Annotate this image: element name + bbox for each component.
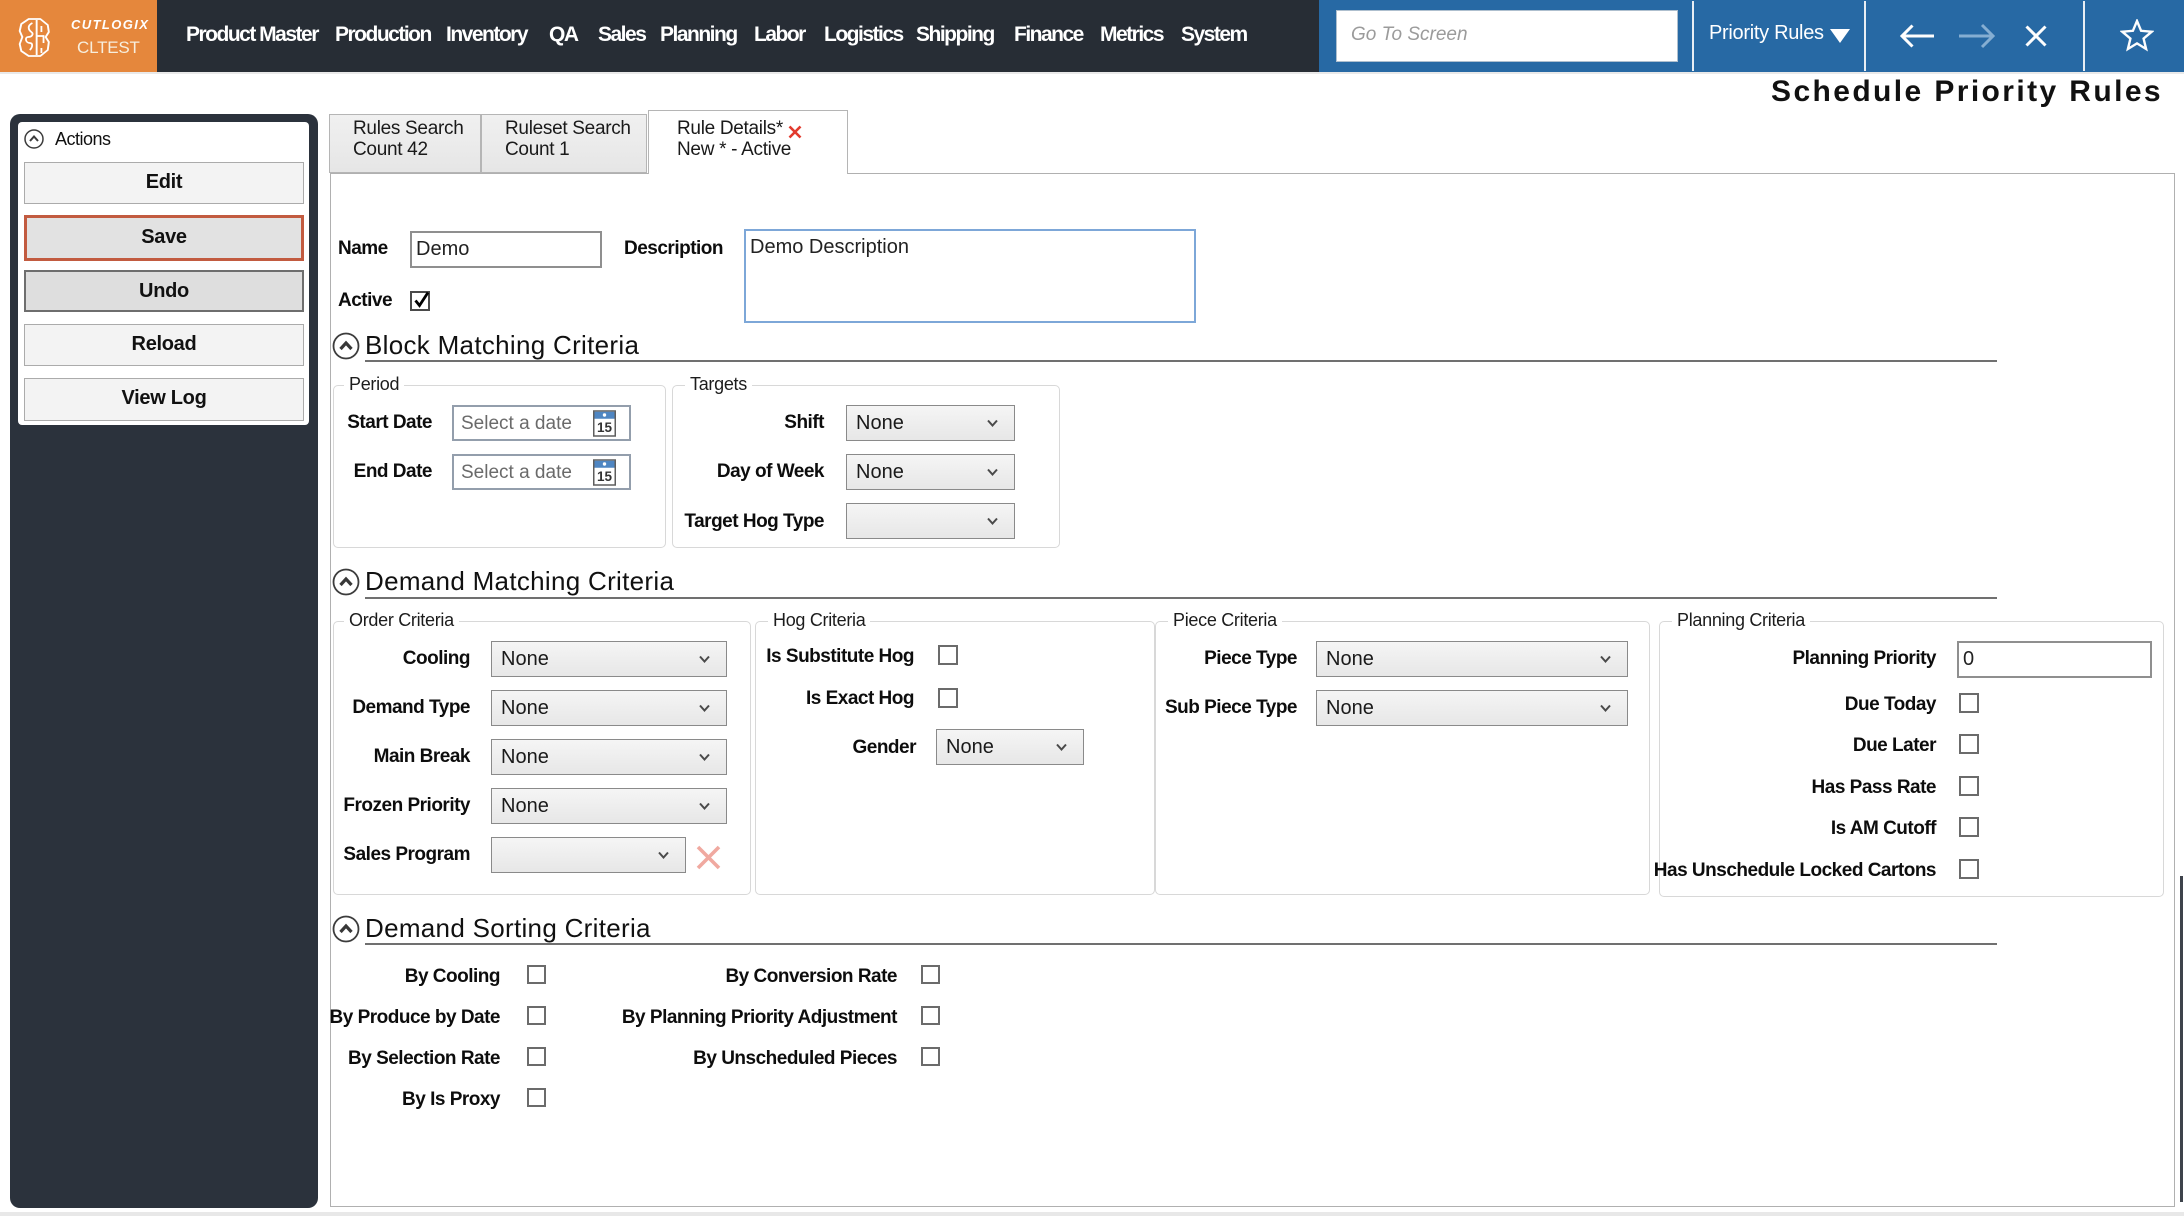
svg-text:15: 15 [597,420,613,435]
svg-text:15: 15 [597,469,613,484]
